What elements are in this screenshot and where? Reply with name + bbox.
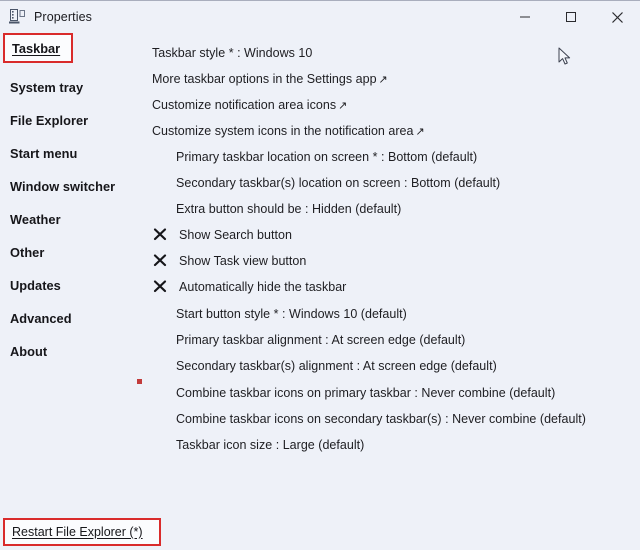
sidebar-item-updates[interactable]: Updates (10, 278, 61, 293)
sidebar-item-about[interactable]: About (10, 344, 47, 359)
restart-file-explorer-button[interactable]: Restart File Explorer (*) (3, 518, 161, 546)
restart-file-explorer-label: Restart File Explorer (*) (12, 525, 143, 539)
setting-label: Taskbar style * : Windows 10 (152, 46, 313, 60)
link-customize-notification-area-icons[interactable]: Customize notification area icons ↗ (152, 97, 347, 114)
external-link-arrow-icon: ↗ (378, 74, 388, 86)
setting-label: Primary taskbar alignment : At screen ed… (176, 333, 466, 347)
sidebar-item-label: Taskbar (12, 41, 61, 56)
setting-row-taskbar-style[interactable]: Taskbar style * : Windows 10 (152, 45, 312, 61)
setting-row-secondary-taskbar-alignment[interactable]: Secondary taskbar(s) alignment : At scre… (176, 358, 497, 374)
setting-row-primary-taskbar-location[interactable]: Primary taskbar location on screen * : B… (176, 149, 477, 165)
sidebar-item-other[interactable]: Other (10, 245, 44, 260)
sidebar-item-advanced[interactable]: Advanced (10, 311, 72, 326)
external-link-arrow-icon: ↗ (415, 126, 425, 138)
link-more-taskbar-options[interactable]: More taskbar options in the Settings app… (152, 71, 388, 88)
maximize-button[interactable] (548, 1, 594, 33)
external-link-arrow-icon: ↗ (338, 100, 348, 112)
sidebar: Taskbar System tray File Explorer Start … (0, 33, 150, 550)
titlebar[interactable]: Properties (0, 1, 640, 33)
close-button[interactable] (594, 1, 640, 33)
x-mark-icon (153, 254, 167, 267)
update-marker-dot (137, 379, 142, 384)
setting-row-secondary-taskbar-location[interactable]: Secondary taskbar(s) location on screen … (176, 175, 500, 191)
setting-label: Show Task view button (179, 254, 307, 268)
link-customize-system-icons[interactable]: Customize system icons in the notificati… (152, 123, 425, 140)
setting-label: Extra button should be : Hidden (default… (176, 202, 402, 216)
setting-label: Show Search button (179, 228, 292, 242)
minimize-button[interactable] (502, 1, 548, 33)
setting-row-taskbar-icon-size[interactable]: Taskbar icon size : Large (default) (176, 437, 364, 453)
setting-row-combine-secondary-taskbar[interactable]: Combine taskbar icons on secondary taskb… (176, 411, 586, 427)
setting-row-extra-button[interactable]: Extra button should be : Hidden (default… (176, 201, 401, 217)
setting-label: Combine taskbar icons on primary taskbar… (176, 386, 556, 400)
setting-label: Secondary taskbar(s) alignment : At scre… (176, 359, 497, 373)
sidebar-item-weather[interactable]: Weather (10, 212, 61, 227)
setting-row-start-button-style[interactable]: Start button style * : Windows 10 (defau… (176, 306, 407, 322)
window-title: Properties (34, 10, 92, 24)
x-mark-icon (153, 228, 167, 241)
x-mark-icon (153, 280, 167, 293)
setting-label: Secondary taskbar(s) location on screen … (176, 176, 501, 190)
minimize-icon (520, 16, 530, 18)
main-content: Taskbar style * : Windows 10 More taskba… (150, 33, 640, 550)
setting-label: Automatically hide the taskbar (179, 280, 347, 294)
setting-label: More taskbar options in the Settings app (152, 72, 377, 86)
sidebar-item-start-menu[interactable]: Start menu (10, 146, 77, 161)
sidebar-item-file-explorer[interactable]: File Explorer (10, 113, 88, 128)
setting-label: Start button style * : Windows 10 (defau… (176, 307, 407, 321)
setting-label: Customize system icons in the notificati… (152, 124, 414, 138)
properties-window: Properties Taskbar System tray File Expl… (0, 0, 640, 550)
setting-row-combine-primary-taskbar[interactable]: Combine taskbar icons on primary taskbar… (176, 385, 555, 401)
setting-label: Primary taskbar location on screen * : B… (176, 150, 478, 164)
properties-taskbar-icon (8, 8, 26, 26)
sidebar-item-taskbar[interactable]: Taskbar (3, 33, 73, 63)
checkbox-row-show-task-view-button[interactable]: Show Task view button (152, 253, 306, 269)
checkbox-row-auto-hide-taskbar[interactable]: Automatically hide the taskbar (152, 279, 346, 295)
window-controls (502, 1, 640, 33)
setting-label: Combine taskbar icons on secondary taskb… (176, 412, 586, 426)
setting-label: Taskbar icon size : Large (default) (176, 438, 365, 452)
maximize-icon (566, 12, 576, 22)
close-icon (611, 11, 623, 23)
sidebar-item-window-switcher[interactable]: Window switcher (10, 179, 115, 194)
setting-row-primary-taskbar-alignment[interactable]: Primary taskbar alignment : At screen ed… (176, 332, 465, 348)
checkbox-row-show-search-button[interactable]: Show Search button (152, 227, 292, 243)
sidebar-item-system-tray[interactable]: System tray (10, 80, 83, 95)
setting-label: Customize notification area icons (152, 98, 337, 112)
